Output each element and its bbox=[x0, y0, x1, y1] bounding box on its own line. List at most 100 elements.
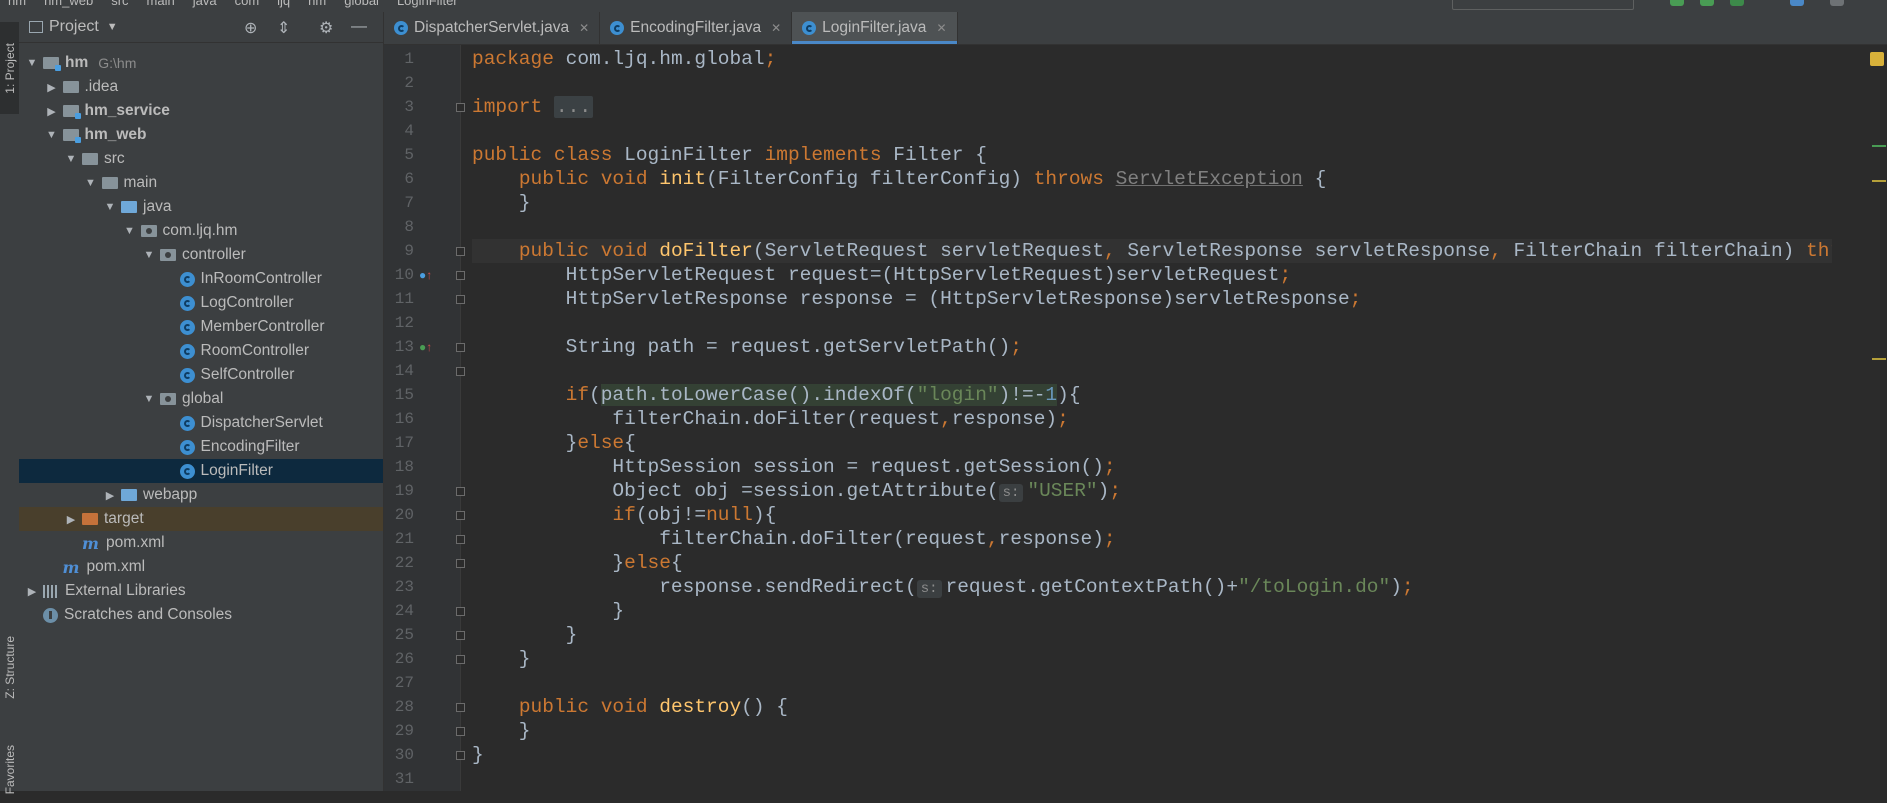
chevron-down-icon[interactable]: ▼ bbox=[107, 21, 118, 33]
chevron-down-icon[interactable]: ▼ bbox=[64, 153, 78, 165]
chevron-down-icon[interactable]: ▼ bbox=[123, 225, 137, 237]
gear-icon[interactable]: ⚙ bbox=[319, 18, 333, 38]
fold-marker-icon[interactable] bbox=[456, 559, 465, 568]
fold-marker-icon[interactable] bbox=[456, 751, 465, 760]
tree-item[interactable]: ▶ External Libraries bbox=[19, 579, 383, 603]
debug-icon[interactable] bbox=[1700, 0, 1714, 6]
tree-item[interactable]: ▶EncodingFilter bbox=[19, 435, 383, 459]
fold-marker-icon[interactable] bbox=[456, 247, 465, 256]
breadcrumb[interactable]: hm hm_web src main java com ljq hm global LoginFi… bbox=[8, 0, 476, 8]
tool-window-favorites-tab[interactable]: Favorites bbox=[0, 737, 19, 803]
fold-marker-icon[interactable] bbox=[456, 511, 465, 520]
tool-window-structure-tab[interactable]: Z: Structure bbox=[0, 612, 19, 722]
chevron-down-icon[interactable]: ▼ bbox=[142, 393, 156, 405]
tree-item[interactable]: ▶mpom.xml bbox=[19, 555, 383, 579]
chevron-down-icon[interactable]: ▼ bbox=[25, 57, 39, 69]
fold-marker-icon[interactable] bbox=[456, 631, 465, 640]
tree-item[interactable]: ▼ global bbox=[19, 387, 383, 411]
tree-item[interactable]: ▶SelfController bbox=[19, 363, 383, 387]
editor-tab[interactable]: LoginFilter.java ✕ bbox=[792, 12, 958, 44]
collapse-all-icon[interactable]: ⇕ bbox=[277, 18, 290, 38]
code-line: filterChain.doFilter(request,response); bbox=[472, 527, 1115, 551]
fold-marker-icon[interactable] bbox=[456, 535, 465, 544]
locate-icon[interactable]: ⊕ bbox=[244, 18, 257, 38]
chevron-right-icon[interactable]: ▶ bbox=[103, 489, 117, 502]
tree-item[interactable]: ▶LoginFilter bbox=[19, 459, 383, 483]
search-everywhere-icon[interactable] bbox=[1830, 0, 1844, 6]
line-number: 3 bbox=[404, 98, 414, 116]
tree-item[interactable]: ▼ com.ljq.hm bbox=[19, 219, 383, 243]
coverage-icon[interactable] bbox=[1730, 0, 1744, 6]
close-icon[interactable]: ✕ bbox=[771, 21, 781, 35]
error-stripe-mark[interactable] bbox=[1872, 358, 1886, 360]
close-icon[interactable]: ✕ bbox=[579, 21, 589, 35]
tree-item[interactable]: ▶ hm_service bbox=[19, 99, 383, 123]
fold-marker-icon[interactable] bbox=[456, 727, 465, 736]
code-token: ) bbox=[1097, 480, 1110, 502]
fold-marker-icon[interactable] bbox=[456, 487, 465, 496]
implements-method-icon[interactable]: ●↑ bbox=[419, 263, 432, 287]
tree-item[interactable]: ▶RoomController bbox=[19, 339, 383, 363]
tree-item[interactable]: ▶InRoomController bbox=[19, 267, 383, 291]
tree-item[interactable]: ▼ hm G:\hm bbox=[19, 51, 383, 75]
fold-marker-icon[interactable] bbox=[456, 103, 465, 112]
breadcrumb-item[interactable]: java bbox=[193, 0, 217, 8]
project-panel-title[interactable]: Project bbox=[49, 18, 99, 36]
breadcrumb-item[interactable]: src bbox=[111, 0, 128, 8]
tree-item[interactable]: ▶LogController bbox=[19, 291, 383, 315]
breadcrumb-item[interactable]: hm_web bbox=[44, 0, 93, 8]
hide-panel-icon[interactable]: — bbox=[351, 18, 367, 36]
fold-marker-icon[interactable] bbox=[456, 367, 465, 376]
tree-item[interactable]: ▶Scratches and Consoles bbox=[19, 603, 383, 627]
error-stripe-mark[interactable] bbox=[1872, 145, 1886, 147]
chevron-down-icon[interactable]: ▼ bbox=[103, 201, 117, 213]
chevron-down-icon[interactable]: ▼ bbox=[142, 249, 156, 261]
fold-marker-icon[interactable] bbox=[456, 271, 465, 280]
breadcrumb-item[interactable]: hm bbox=[308, 0, 326, 8]
editor-tab[interactable]: EncodingFilter.java ✕ bbox=[600, 12, 793, 44]
chevron-right-icon[interactable]: ▶ bbox=[45, 81, 59, 94]
tree-item[interactable]: ▼ java bbox=[19, 195, 383, 219]
java-class-icon bbox=[179, 295, 195, 311]
tool-window-project-tab[interactable]: 1: Project bbox=[0, 22, 19, 114]
error-stripe-mark[interactable] bbox=[1872, 180, 1886, 182]
code-line: public void doFilter(ServletRequest serv… bbox=[472, 239, 1832, 263]
code-area[interactable]: package com.ljq.hm.global; import ... publ… bbox=[472, 45, 1832, 791]
tree-item[interactable]: ▼ src bbox=[19, 147, 383, 171]
tree-item[interactable]: ▶DispatcherServlet bbox=[19, 411, 383, 435]
tree-item[interactable]: ▶ .idea bbox=[19, 75, 383, 99]
code-token: Filter { bbox=[893, 144, 987, 166]
breadcrumb-item[interactable]: com bbox=[235, 0, 260, 8]
tree-item[interactable]: ▼ controller bbox=[19, 243, 383, 267]
fold-marker-icon[interactable] bbox=[456, 343, 465, 352]
error-stripe[interactable] bbox=[1862, 45, 1887, 791]
tree-item[interactable]: ▶ webapp bbox=[19, 483, 383, 507]
breadcrumb-item[interactable]: LoginFilter bbox=[397, 0, 458, 8]
tree-item[interactable]: ▶ target bbox=[19, 507, 383, 531]
breadcrumb-item[interactable]: global bbox=[344, 0, 379, 8]
chevron-down-icon[interactable]: ▼ bbox=[45, 129, 59, 141]
editor-tab[interactable]: DispatcherServlet.java ✕ bbox=[384, 12, 601, 44]
tree-item[interactable]: ▼ main bbox=[19, 171, 383, 195]
stop-icon[interactable] bbox=[1790, 0, 1804, 6]
breadcrumb-item[interactable]: main bbox=[147, 0, 175, 8]
project-view-icon bbox=[29, 21, 43, 33]
chevron-right-icon[interactable]: ▶ bbox=[25, 585, 39, 598]
breadcrumb-item[interactable]: hm bbox=[8, 0, 26, 8]
tree-item-label: LoginFilter bbox=[200, 462, 273, 479]
tree-item[interactable]: ▶mpom.xml bbox=[19, 531, 383, 555]
close-icon[interactable]: ✕ bbox=[936, 21, 946, 35]
chevron-right-icon[interactable]: ▶ bbox=[64, 513, 78, 526]
breadcrumb-item[interactable]: ljq bbox=[277, 0, 290, 8]
implements-method-icon[interactable]: ●↑ bbox=[419, 335, 432, 359]
tree-item[interactable]: ▶MemberController bbox=[19, 315, 383, 339]
run-icon[interactable] bbox=[1670, 0, 1684, 6]
fold-marker-icon[interactable] bbox=[456, 703, 465, 712]
run-configuration-select[interactable] bbox=[1452, 0, 1634, 10]
chevron-right-icon[interactable]: ▶ bbox=[45, 105, 59, 118]
fold-marker-icon[interactable] bbox=[456, 655, 465, 664]
chevron-down-icon[interactable]: ▼ bbox=[84, 177, 98, 189]
fold-marker-icon[interactable] bbox=[456, 607, 465, 616]
fold-marker-icon[interactable] bbox=[456, 295, 465, 304]
tree-item[interactable]: ▼ hm_web bbox=[19, 123, 383, 147]
